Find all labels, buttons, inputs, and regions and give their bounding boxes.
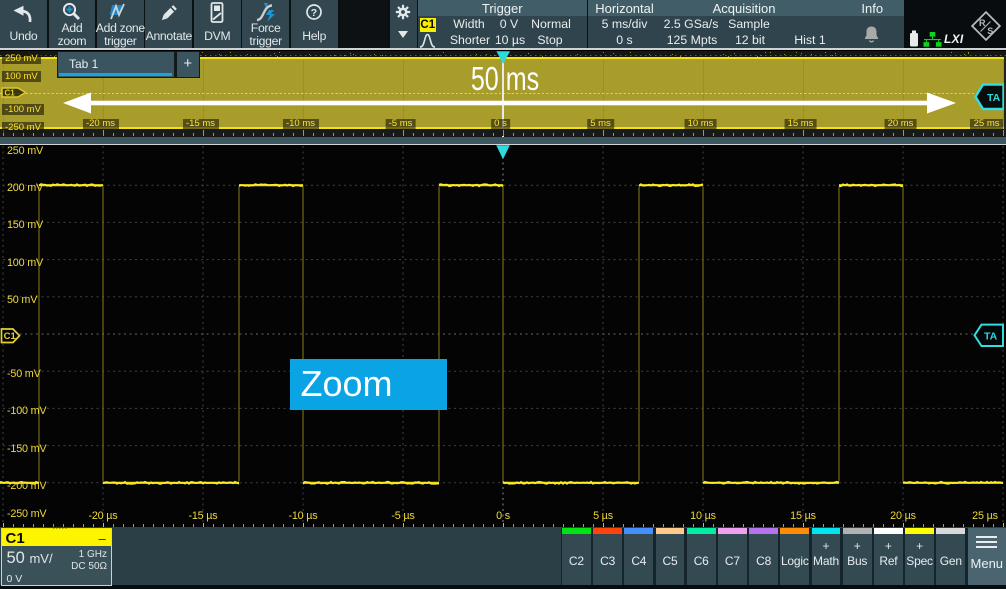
svg-text:?: ? (311, 7, 317, 19)
svg-text:S: S (987, 26, 993, 36)
svg-text:TA: TA (987, 92, 1001, 104)
svg-text:C1: C1 (5, 88, 16, 97)
svg-text:C1: C1 (4, 331, 17, 342)
svg-text:TA: TA (984, 330, 998, 342)
